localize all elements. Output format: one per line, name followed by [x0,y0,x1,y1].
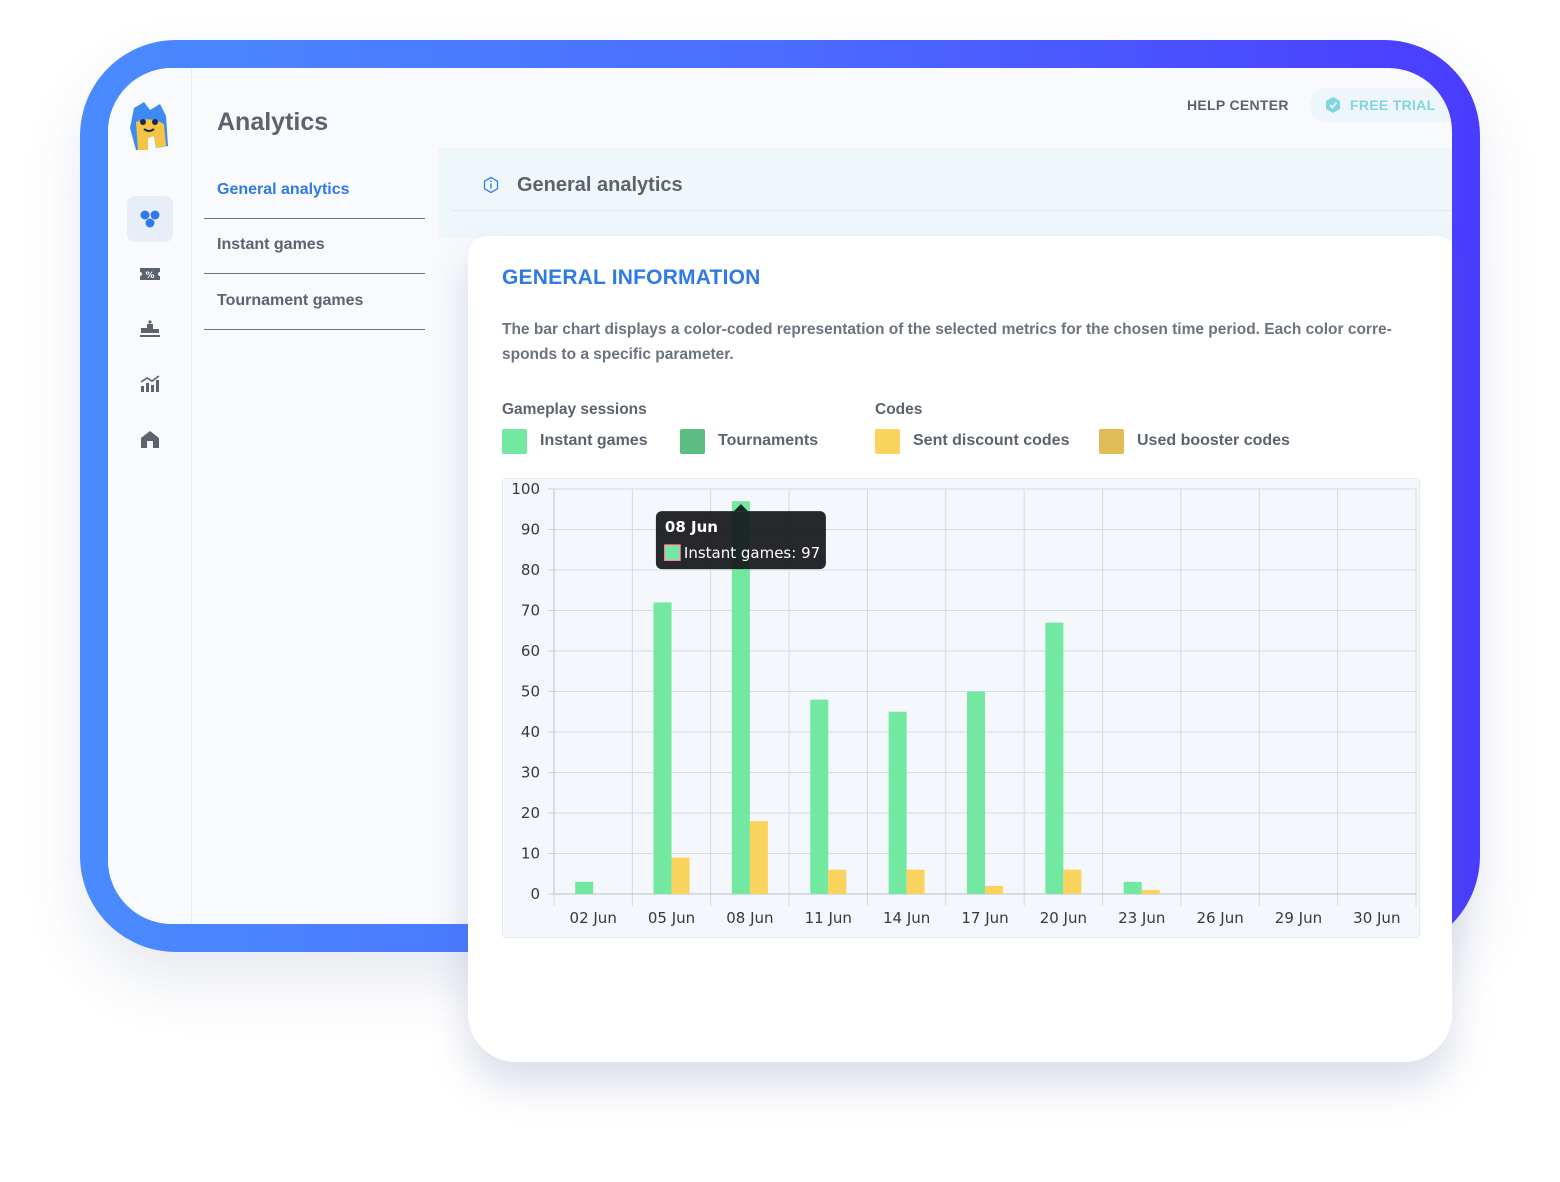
y-tick-label: 20 [521,804,540,822]
y-tick-label: 0 [530,885,540,903]
legend-item-sent-discount-codes[interactable]: Sent discount codes [875,428,1069,454]
x-tick-label: 30 Jun [1353,909,1400,927]
dashboard-dots-icon [140,210,160,228]
bar-chart-svg: 0 10 20 30 40 50 60 70 80 90 100 02 Jun 05 Jun 08 Jun… [511,480,1417,927]
bar-1-14-jun [906,869,925,894]
bar-0-20-jun [1045,622,1064,894]
x-tick-label: 14 Jun [883,909,930,927]
legend-group-gameplay-title: Gameplay sessions [502,401,647,418]
tooltip-title: 08 Jun [665,518,718,536]
bar-1-20-jun [1063,869,1082,894]
card-description: The bar chart displays a color-coded rep… [502,321,1392,363]
y-tick-label: 10 [521,845,540,863]
analytics-bars-icon [140,375,160,392]
y-tick-label: 40 [521,723,540,741]
rail-item-home[interactable] [127,416,173,462]
legend-label-tournaments: Tournaments [718,432,819,449]
legend-swatch-used-booster-codes [1099,428,1124,454]
legend-group-codes-title: Codes [875,401,923,418]
free-trial-label: FREE TRIAL [1350,97,1436,113]
y-tick-label: 50 [521,683,540,701]
bar-0-14-jun [888,711,907,894]
legend-label-sent-discount-codes: Sent discount codes [913,432,1070,449]
subnav-item-general-analytics[interactable]: General analytics [204,163,425,219]
legend-item-used-booster-codes[interactable]: Used booster codes [1099,428,1290,454]
y-tick-label: 90 [521,521,540,539]
info-hexagon-icon [483,176,499,194]
legend-label-used-booster-codes: Used booster codes [1137,432,1290,449]
bar-1-17-jun [985,885,1003,894]
y-tick-label: 100 [511,480,540,498]
y-tick-label: 30 [521,764,540,782]
legend-item-instant-games[interactable]: Instant games [502,428,648,454]
x-tick-label: 23 Jun [1118,909,1165,927]
x-tick-label: 17 Jun [961,909,1008,927]
bar-0-17-jun [967,691,985,894]
rail-item-analytics[interactable] [127,361,173,407]
tooltip-swatch [664,544,681,561]
podium-icon [140,320,160,337]
brand-logo-icon [130,102,168,150]
x-tick-label: 08 Jun [726,909,773,927]
svg-text:%: % [145,271,154,281]
card-title: GENERAL INFORMATION [502,266,761,289]
y-tick-label: 60 [521,642,540,660]
header-divider [452,210,1452,211]
page-title: Analytics [217,108,329,136]
trial-badge-icon [1326,97,1340,113]
discount-ticket-icon: % [140,268,160,281]
content-header: General analytics [438,148,1452,238]
help-center-link[interactable]: HELP CENTER [1187,97,1289,113]
y-tick-label: 80 [521,561,540,579]
tooltip-value: Instant games: 97 [684,544,820,562]
icon-rail: % [108,68,192,924]
bar-chart: 0 10 20 30 40 50 60 70 80 90 100 02 Jun 05 Jun 08 Jun… [502,478,1420,938]
legend-swatch-sent-discount-codes [875,428,900,454]
x-tick-label: 02 Jun [570,909,617,927]
home-icon [141,431,159,448]
rail-item-discounts[interactable]: % [127,251,173,297]
free-trial-button[interactable]: FREE TRIAL [1310,88,1452,122]
rail-item-dashboard[interactable] [127,196,173,242]
x-tick-label: 29 Jun [1275,909,1322,927]
legend-label-instant-games: Instant games [540,432,648,449]
section-subnav: Analytics General analytics Instant game… [192,68,438,924]
x-tick-label: 05 Jun [648,909,695,927]
bar-1-08-jun [749,821,768,894]
legend-swatch-tournaments [680,428,705,454]
bar-0-02-jun [575,881,594,894]
bar-1-05-jun [671,857,690,894]
legend-swatch-instant-games [502,428,527,454]
subnav-item-instant-games[interactable]: Instant games [204,218,425,274]
x-tick-label: 26 Jun [1196,909,1243,927]
rail-item-tournaments[interactable] [127,306,173,352]
y-tick-label: 70 [521,602,540,620]
x-tick-label: 20 Jun [1040,909,1087,927]
general-information-card: GENERAL INFORMATION The bar chart displa… [468,236,1452,1062]
bar-1-23-jun [1141,889,1160,894]
content-header-title: General analytics [517,174,683,196]
x-tick-label: 11 Jun [805,909,852,927]
subnav-item-tournament-games[interactable]: Tournament games [204,274,425,330]
bar-1-11-jun [828,869,847,894]
bar-0-11-jun [810,699,829,894]
bar-0-23-jun [1123,881,1142,894]
bar-0-05-jun [653,602,672,894]
legend-item-tournaments[interactable]: Tournaments [680,428,818,454]
